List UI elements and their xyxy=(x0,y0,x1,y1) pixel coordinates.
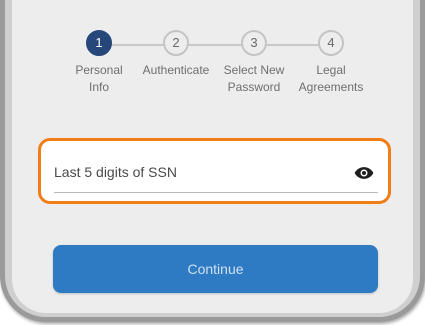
step-number: 3 xyxy=(241,30,267,56)
step-label-line: Info xyxy=(88,80,109,94)
step-label: Legal Agreements xyxy=(281,62,381,96)
eye-icon[interactable] xyxy=(354,166,374,180)
screen: 1 Personal Info 2 Authenticate 3 Select … xyxy=(12,0,413,313)
step-label-line: Agreements xyxy=(298,80,364,94)
step-number: 4 xyxy=(318,30,344,56)
step-label-line: Legal xyxy=(316,63,346,77)
continue-button[interactable]: Continue xyxy=(53,245,378,293)
ssn-input[interactable] xyxy=(54,159,378,193)
app-viewport: 1 Personal Info 2 Authenticate 3 Select … xyxy=(0,0,425,325)
ssn-field-highlight xyxy=(38,138,391,204)
step-number: 2 xyxy=(163,30,189,56)
progress-stepper: 1 Personal Info 2 Authenticate 3 Select … xyxy=(12,30,413,110)
step-legal-agreements: 4 Legal Agreements xyxy=(281,30,381,96)
step-number: 1 xyxy=(86,30,112,56)
